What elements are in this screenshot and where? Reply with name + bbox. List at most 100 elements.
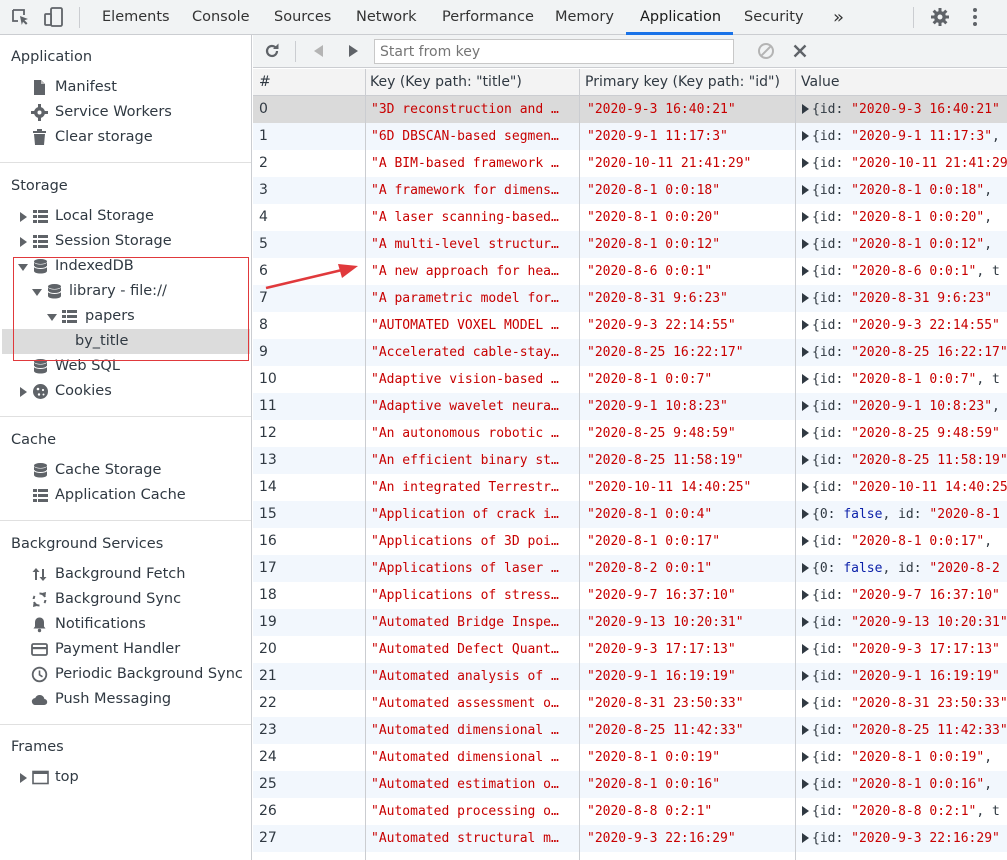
cell-value[interactable]: {id: "2020-8-25 16:22:17" — [802, 339, 1007, 366]
sidebar-item-session-storage[interactable]: Session Storage — [18, 229, 248, 254]
expand-object-icon[interactable] — [802, 833, 809, 843]
cell-value[interactable]: {0: false, id: "2020-8-1 — [802, 501, 1007, 528]
table-row[interactable]: 10 "Adaptive vision-based … "2020-8-1 0:0:… — [253, 366, 1007, 393]
column-header-value[interactable]: Value — [801, 69, 1001, 96]
sidebar-item-application-cache[interactable]: Application Cache — [18, 483, 248, 508]
cell-value[interactable]: {id: "2020-8-25 9:48:59" — [802, 420, 1007, 447]
expand-object-icon[interactable] — [802, 509, 809, 519]
cell-value[interactable]: {id: "2020-8-8 0:2:1", t — [802, 798, 1007, 825]
expand-object-icon[interactable] — [802, 131, 809, 141]
table-row[interactable]: 27 "Automated structural m… "2020-9-3 22:1… — [253, 825, 1007, 852]
table-row[interactable]: 8 "AUTOMATED VOXEL MODEL … "2020-9-3 22:14… — [253, 312, 1007, 339]
table-row[interactable]: 6 "A new approach for hea… "2020-8-6 0:0:1… — [253, 258, 1007, 285]
table-row[interactable]: 11 "Adaptive wavelet neura… "2020-9-1 10:8… — [253, 393, 1007, 420]
sidebar-item-background-fetch[interactable]: Background Fetch — [31, 562, 246, 587]
expand-object-icon[interactable] — [802, 563, 809, 573]
table-row[interactable]: 3 "A framework for dimens… "2020-8-1 0:0:1… — [253, 177, 1007, 204]
table-row[interactable]: 20 "Automated Defect Quant… "2020-9-3 17:1… — [253, 636, 1007, 663]
expand-object-icon[interactable] — [802, 536, 809, 546]
expand-object-icon[interactable] — [802, 320, 809, 330]
column-header-key[interactable]: Key (Key path: "title") — [370, 69, 580, 96]
sidebar-item-frame-top[interactable]: top — [18, 765, 248, 790]
cell-value[interactable]: {id: "2020-9-3 22:14:55" — [802, 312, 1007, 339]
clear-object-store-icon[interactable] — [756, 41, 776, 61]
table-row[interactable]: 14 "An integrated Terrestr… "2020-10-11 14… — [253, 474, 1007, 501]
sidebar-item-cache-storage[interactable]: Cache Storage — [18, 458, 248, 483]
settings-gear-icon[interactable] — [929, 7, 951, 27]
expand-object-icon[interactable] — [802, 617, 809, 627]
table-row[interactable]: 22 "Automated assessment o… "2020-8-31 23:… — [253, 690, 1007, 717]
cell-value[interactable]: {id: "2020-9-3 17:17:13" — [802, 636, 1007, 663]
expand-object-icon[interactable] — [802, 779, 809, 789]
cell-value[interactable]: {id: "2020-8-31 23:50:33" — [802, 690, 1007, 717]
expand-object-icon[interactable] — [802, 239, 809, 249]
table-row[interactable]: 7 "A parametric model for… "2020-8-31 9:6:… — [253, 285, 1007, 312]
tab-network[interactable]: Network — [356, 0, 417, 35]
expand-object-icon[interactable] — [802, 698, 809, 708]
sidebar-item-service-workers[interactable]: Service Workers — [31, 100, 231, 125]
tab-memory[interactable]: Memory — [555, 0, 614, 35]
expand-arrow-icon[interactable] — [20, 773, 27, 783]
sidebar-item-background-sync[interactable]: Background Sync — [31, 587, 246, 612]
expand-object-icon[interactable] — [802, 266, 809, 276]
expand-arrow-icon[interactable] — [20, 212, 27, 222]
expand-object-icon[interactable] — [802, 428, 809, 438]
cell-value[interactable]: {id: "2020-8-1 0:0:7", t — [802, 366, 1007, 393]
expand-object-icon[interactable] — [802, 752, 809, 762]
table-row[interactable]: 15 "Application of crack i… "2020-8-1 0:0:… — [253, 501, 1007, 528]
expand-object-icon[interactable] — [802, 212, 809, 222]
table-row[interactable]: 24 "Automated dimensional … "2020-8-1 0:0:… — [253, 744, 1007, 771]
tab-application[interactable]: Application — [640, 0, 721, 35]
expand-object-icon[interactable] — [802, 401, 809, 411]
cell-value[interactable]: {id: "2020-8-31 9:6:23" — [802, 285, 1007, 312]
expand-object-icon[interactable] — [802, 590, 809, 600]
cell-value[interactable]: {id: "2020-10-11 14:40:25" — [802, 474, 1007, 501]
tab-elements[interactable]: Elements — [102, 0, 170, 35]
cell-value[interactable]: {id: "2020-8-1 0:0:16", — [802, 771, 1007, 798]
expand-object-icon[interactable] — [802, 644, 809, 654]
table-row[interactable]: 17 "Applications of laser … "2020-8-2 0:0:… — [253, 555, 1007, 582]
cell-value[interactable]: {id: "2020-8-25 11:58:19" — [802, 447, 1007, 474]
tab-sources[interactable]: Sources — [274, 0, 331, 35]
cell-value[interactable]: {id: "2020-9-7 16:37:10" — [802, 582, 1007, 609]
sidebar-item-local-storage[interactable]: Local Storage — [18, 204, 248, 229]
tab-console[interactable]: Console — [192, 0, 250, 35]
more-tabs-button[interactable]: » — [833, 0, 844, 35]
table-row[interactable]: 13 "An efficient binary st… "2020-8-25 11:… — [253, 447, 1007, 474]
tab-security[interactable]: Security — [744, 0, 804, 35]
cell-value[interactable]: {id: "2020-9-3 16:40:21" — [802, 96, 1007, 123]
cell-value[interactable]: {id: "2020-9-1 16:19:19" — [802, 663, 1007, 690]
expand-object-icon[interactable] — [802, 158, 809, 168]
more-options-kebab-icon[interactable] — [964, 7, 986, 27]
cell-value[interactable]: {id: "2020-10-11 21:41:29" — [802, 150, 1007, 177]
inspect-element-icon[interactable] — [10, 7, 32, 27]
table-row[interactable]: 2 "A BIM-based framework … "2020-10-11 21:… — [253, 150, 1007, 177]
table-row[interactable]: 12 "An autonomous robotic … "2020-8-25 9:4… — [253, 420, 1007, 447]
cell-value[interactable]: {id: "2020-8-1 0:0:18", — [802, 177, 1007, 204]
sidebar-item-push-messaging[interactable]: Push Messaging — [31, 687, 246, 712]
sidebar-item-payment-handler[interactable]: Payment Handler — [31, 637, 246, 662]
delete-selected-icon[interactable] — [790, 41, 810, 61]
start-from-key-input[interactable] — [374, 39, 734, 64]
table-row[interactable]: 25 "Automated estimation o… "2020-8-1 0:0:… — [253, 771, 1007, 798]
cell-value[interactable]: {id: "2020-9-1 11:17:3", — [802, 123, 1007, 150]
table-row[interactable]: 16 "Applications of 3D poi… "2020-8-1 0:0:… — [253, 528, 1007, 555]
table-row[interactable]: 19 "Automated Bridge Inspe… "2020-9-13 10:… — [253, 609, 1007, 636]
cell-value[interactable]: {id: "2020-8-1 0:0:12", — [802, 231, 1007, 258]
expand-object-icon[interactable] — [802, 455, 809, 465]
table-row[interactable]: 23 "Automated dimensional … "2020-8-25 11:… — [253, 717, 1007, 744]
cell-value[interactable]: {id: "2020-8-1 0:0:17", — [802, 528, 1007, 555]
column-header-index[interactable]: # — [259, 69, 359, 96]
expand-object-icon[interactable] — [802, 482, 809, 492]
expand-object-icon[interactable] — [802, 374, 809, 384]
previous-page-icon[interactable] — [309, 41, 329, 61]
table-row[interactable]: 4 "A laser scanning-based… "2020-8-1 0:0:2… — [253, 204, 1007, 231]
cell-value[interactable]: {0: false, id: "2020-8-2 — [802, 555, 1007, 582]
table-row[interactable]: 0 "3D reconstruction and … "2020-9-3 16:40… — [253, 96, 1007, 123]
next-page-icon[interactable] — [343, 41, 363, 61]
expand-object-icon[interactable] — [802, 347, 809, 357]
expand-object-icon[interactable] — [802, 725, 809, 735]
column-header-primary-key[interactable]: Primary key (Key path: "id") — [585, 69, 795, 96]
cell-value[interactable]: {id: "2020-8-1 0:0:19", — [802, 744, 1007, 771]
expand-arrow-icon[interactable] — [20, 387, 27, 397]
